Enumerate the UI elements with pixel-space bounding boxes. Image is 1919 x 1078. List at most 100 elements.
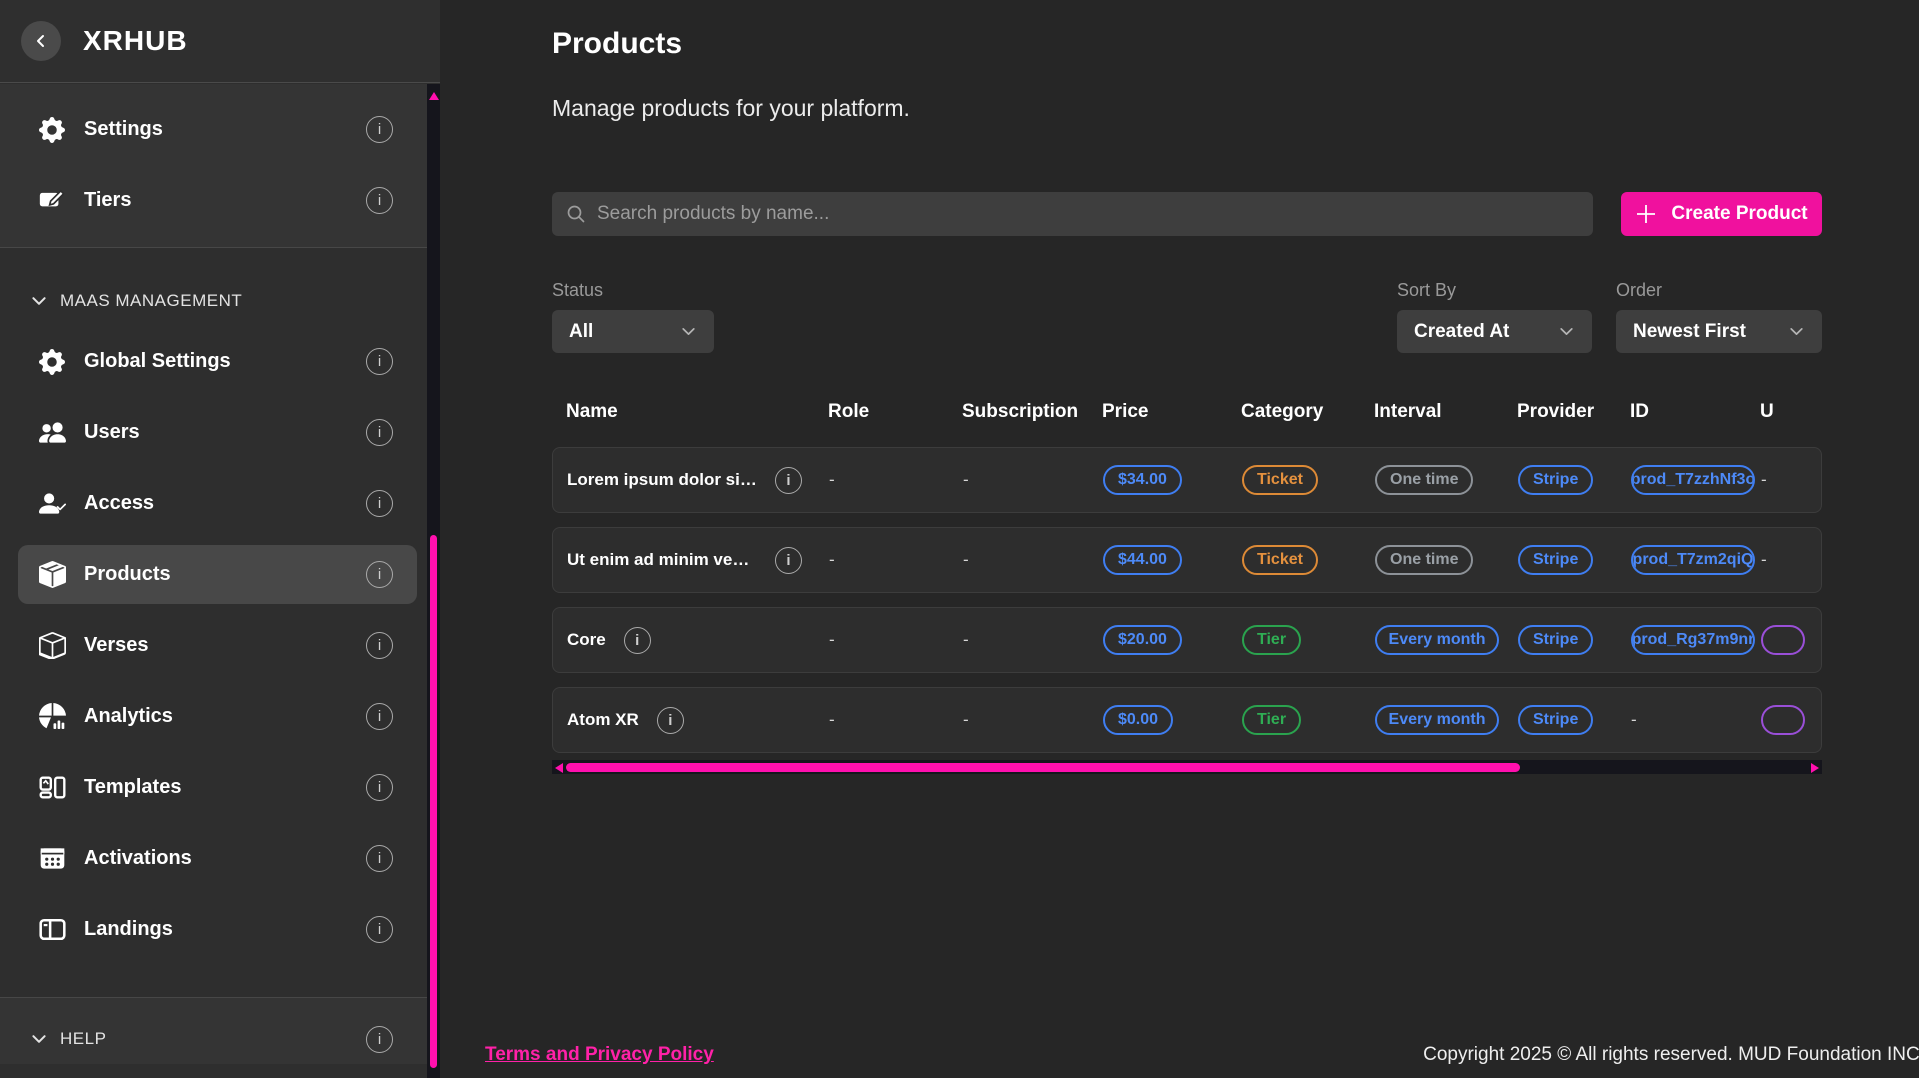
brand-logo: XRHUB — [83, 25, 188, 57]
category-badge: Ticket — [1242, 465, 1318, 495]
info-icon[interactable]: i — [366, 845, 393, 872]
card-pen-icon — [38, 187, 66, 215]
product-name: Lorem ipsum dolor sit ... — [567, 470, 757, 490]
sidebar-item-global-settings[interactable]: Global Settings i — [0, 326, 427, 397]
sidebar-item-settings[interactable]: Settings i — [0, 94, 427, 165]
sidebar-item-tiers[interactable]: Tiers i — [0, 165, 427, 236]
chevron-down-icon — [1558, 323, 1575, 340]
table-row[interactable]: Atom XRi - - $0.00 Tier Every month Stri… — [552, 687, 1822, 753]
column-header-id: ID — [1630, 401, 1760, 423]
cube-image-icon — [38, 632, 66, 660]
scroll-left-arrow-icon[interactable] — [555, 763, 563, 773]
scroll-right-arrow-icon[interactable] — [1811, 763, 1819, 773]
subscription-value: - — [963, 470, 969, 490]
product-name: Core — [567, 630, 606, 650]
info-icon[interactable]: i — [366, 916, 393, 943]
sidebar-item-label: Activations — [84, 847, 192, 870]
sidebar-item-analytics[interactable]: Analytics i — [0, 681, 427, 752]
info-icon[interactable]: i — [366, 703, 393, 730]
product-id-value: - — [1631, 710, 1637, 730]
scroll-up-arrow-icon[interactable] — [429, 92, 439, 100]
search-input[interactable] — [597, 203, 1579, 225]
product-name: Ut enim ad minim veni... — [567, 550, 757, 570]
provider-badge: Stripe — [1518, 465, 1593, 495]
info-icon[interactable]: i — [775, 467, 802, 494]
interval-badge: Every month — [1375, 625, 1499, 655]
info-icon[interactable]: i — [775, 547, 802, 574]
sidebar-item-templates[interactable]: Templates i — [0, 752, 427, 823]
table-horizontal-scrollbar[interactable] — [552, 760, 1822, 774]
sidebar-item-products[interactable]: Products i — [0, 539, 427, 610]
price-badge: $44.00 — [1103, 545, 1182, 575]
info-icon[interactable]: i — [366, 187, 393, 214]
sort-by-dropdown-value: Created At — [1414, 321, 1509, 343]
price-badge: $34.00 — [1103, 465, 1182, 495]
provider-badge: Stripe — [1518, 545, 1593, 575]
info-icon[interactable]: i — [366, 632, 393, 659]
price-badge: $20.00 — [1103, 625, 1182, 655]
table-row[interactable]: Lorem ipsum dolor sit ... i - - $34.00 Ti… — [552, 447, 1822, 513]
product-id-badge: prod_Rg37m9nr — [1631, 625, 1755, 655]
info-icon[interactable]: i — [366, 561, 393, 588]
table-scrollbar-thumb[interactable] — [566, 763, 1520, 772]
sort-by-dropdown[interactable]: Created At — [1397, 310, 1592, 353]
sidebar-scrollbar-thumb[interactable] — [430, 535, 437, 1068]
info-icon[interactable]: i — [366, 348, 393, 375]
sidebar-item-users[interactable]: Users i — [0, 397, 427, 468]
updated-value: - — [1761, 470, 1767, 490]
sidebar-item-label: Templates — [84, 776, 181, 799]
pie-chart-icon — [38, 703, 66, 731]
sidebar-item-label: Tiers — [84, 189, 131, 212]
table-row[interactable]: Ut enim ad minim veni...i - - $44.00 Tic… — [552, 527, 1822, 593]
info-icon[interactable]: i — [657, 707, 684, 734]
app-root: XRHUB Settings i Tiers i — [0, 0, 1919, 1078]
sidebar-item-verses[interactable]: Verses i — [0, 610, 427, 681]
status-dropdown[interactable]: All — [552, 310, 714, 353]
sidebar-group-top: Settings i Tiers i — [0, 84, 427, 248]
sidebar-item-label: Access — [84, 492, 154, 515]
column-header-price: Price — [1102, 401, 1241, 423]
terms-privacy-link[interactable]: Terms and Privacy Policy — [485, 1044, 714, 1066]
people-icon — [38, 419, 66, 447]
search-box[interactable] — [552, 192, 1593, 236]
gear-icon — [38, 348, 66, 376]
page-subtitle: Manage products for your platform. — [552, 95, 1822, 122]
sidebar-item-label: Global Settings — [84, 350, 231, 373]
create-product-button[interactable]: Create Product — [1621, 192, 1822, 236]
order-label: Order — [1616, 280, 1822, 301]
gear-icon — [38, 116, 66, 144]
product-id-badge: prod_T7zzhNf3o — [1631, 465, 1755, 495]
info-icon[interactable]: i — [366, 490, 393, 517]
category-badge: Tier — [1242, 705, 1301, 735]
person-check-icon — [38, 490, 66, 518]
search-icon — [566, 204, 586, 224]
section-maas-management[interactable]: MAAS MANAGEMENT — [0, 276, 427, 326]
collapse-sidebar-button[interactable] — [21, 21, 61, 61]
category-badge: Tier — [1242, 625, 1301, 655]
sidebar-item-access[interactable]: Access i — [0, 468, 427, 539]
sort-by-label: Sort By — [1397, 280, 1592, 301]
info-icon[interactable]: i — [366, 419, 393, 446]
sidebar-item-landings[interactable]: Landings i — [0, 894, 427, 965]
sidebar-scrollbar[interactable] — [427, 84, 440, 1078]
chevron-down-icon — [680, 323, 697, 340]
info-icon[interactable]: i — [366, 774, 393, 801]
layout-icon — [38, 916, 66, 944]
calendar-grid-icon — [38, 845, 66, 873]
table-row[interactable]: Corei - - $20.00 Tier Every month Stripe… — [552, 607, 1822, 673]
column-header-name: Name — [552, 401, 828, 423]
subscription-value: - — [963, 550, 969, 570]
filters-row: Status All Sort By Created At — [552, 280, 1822, 353]
info-icon[interactable]: i — [624, 627, 651, 654]
info-icon[interactable]: i — [366, 1026, 393, 1053]
partial-badge — [1761, 705, 1805, 735]
section-help[interactable]: HELP i — [0, 1014, 427, 1064]
sidebar-item-label: Verses — [84, 634, 149, 657]
info-icon[interactable]: i — [366, 116, 393, 143]
subscription-value: - — [963, 630, 969, 650]
order-dropdown[interactable]: Newest First — [1616, 310, 1822, 353]
sidebar: XRHUB Settings i Tiers i — [0, 0, 440, 1078]
sidebar-item-activations[interactable]: Activations i — [0, 823, 427, 894]
category-badge: Ticket — [1242, 545, 1318, 575]
column-header-interval: Interval — [1374, 401, 1517, 423]
